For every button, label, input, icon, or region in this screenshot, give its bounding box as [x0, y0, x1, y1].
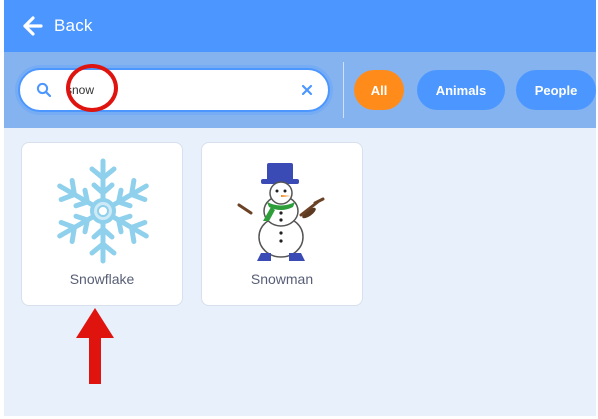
category-people[interactable]: People [516, 70, 596, 110]
search-input[interactable] [66, 80, 276, 100]
snowman-icon [237, 163, 325, 261]
sprite-card-snowflake[interactable]: Snowflake [21, 142, 183, 306]
category-animals[interactable]: Animals [417, 70, 505, 110]
filter-bar: All Animals People [4, 52, 596, 128]
sprite-card-snowman[interactable]: Snowman [201, 142, 363, 306]
arrow-left-icon [23, 16, 43, 36]
back-button[interactable]: Back [22, 14, 93, 38]
search-box[interactable] [18, 68, 330, 112]
divider [343, 62, 344, 118]
snowflake-icon [43, 158, 163, 267]
search-icon [36, 82, 52, 98]
sprite-name: Snowman [250, 271, 314, 287]
close-icon[interactable] [300, 83, 314, 97]
arrow-up-icon [76, 308, 114, 384]
back-label: Back [54, 16, 93, 35]
sprite-library: Back All Animals People [4, 0, 596, 416]
header-bar: Back [4, 0, 596, 52]
category-all[interactable]: All [354, 70, 404, 110]
sprite-name: Snowflake [69, 271, 135, 287]
